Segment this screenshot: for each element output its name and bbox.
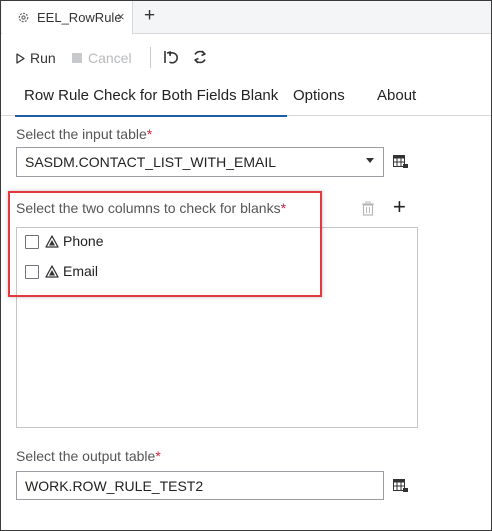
columns-label: Select the two columns to check for blan…: [16, 200, 286, 216]
tab-options[interactable]: Options: [293, 87, 345, 104]
chevron-down-icon[interactable]: [366, 158, 374, 163]
column-checkbox[interactable]: [25, 235, 39, 249]
run-icon[interactable]: [16, 53, 25, 64]
column-checkbox[interactable]: [25, 265, 39, 279]
refresh-icon[interactable]: [191, 48, 209, 66]
required-mark: *: [280, 200, 287, 216]
trash-icon: [362, 201, 374, 216]
tab-row-rule-check[interactable]: Row Rule Check for Both Fields Blank: [14, 87, 288, 117]
step-subtabs: Row Rule Check for Both Fields Blank Opt…: [1, 80, 491, 117]
character-column-icon: [45, 235, 59, 248]
output-table-value: WORK.ROW_RULE_TEST2: [25, 478, 204, 494]
columns-label-text: Select the two columns to check for blan…: [16, 200, 281, 216]
cancel-button: Cancel: [88, 50, 132, 66]
tab-about[interactable]: About: [377, 87, 416, 104]
run-button[interactable]: Run: [30, 50, 56, 66]
toolbar-divider: [150, 47, 151, 68]
character-column-icon: [45, 265, 59, 278]
cancel-stop-icon: [72, 53, 82, 63]
input-table-label: Select the input table*: [16, 126, 152, 142]
browse-table-icon[interactable]: [393, 155, 409, 169]
undo-icon[interactable]: [162, 48, 180, 66]
add-column-button[interactable]: +: [393, 196, 406, 218]
step-gear-icon: [18, 12, 29, 23]
output-table-input[interactable]: WORK.ROW_RULE_TEST2: [16, 471, 384, 500]
column-name: Email: [63, 263, 99, 279]
input-table-label-text: Select the input table: [16, 126, 147, 142]
output-table-label-text: Select the output table: [16, 448, 156, 464]
file-tab-label: EEL_RowRule: [37, 10, 122, 25]
close-tab-icon[interactable]: ×: [117, 9, 125, 24]
column-name: Phone: [63, 233, 104, 249]
file-tab-eel-rowrule[interactable]: EEL_RowRule ×: [2, 1, 133, 34]
browse-table-icon[interactable]: [393, 479, 409, 493]
add-tab-button[interactable]: +: [144, 6, 155, 26]
input-table-value: SASDM.CONTACT_LIST_WITH_EMAIL: [25, 154, 277, 170]
output-table-label: Select the output table*: [16, 448, 161, 464]
required-mark: *: [155, 448, 161, 464]
editor-tab-strip: EEL_RowRule × +: [1, 1, 491, 34]
columns-listbox[interactable]: [16, 227, 418, 428]
required-mark: *: [146, 126, 153, 142]
input-table-select[interactable]: SASDM.CONTACT_LIST_WITH_EMAIL: [16, 147, 384, 177]
